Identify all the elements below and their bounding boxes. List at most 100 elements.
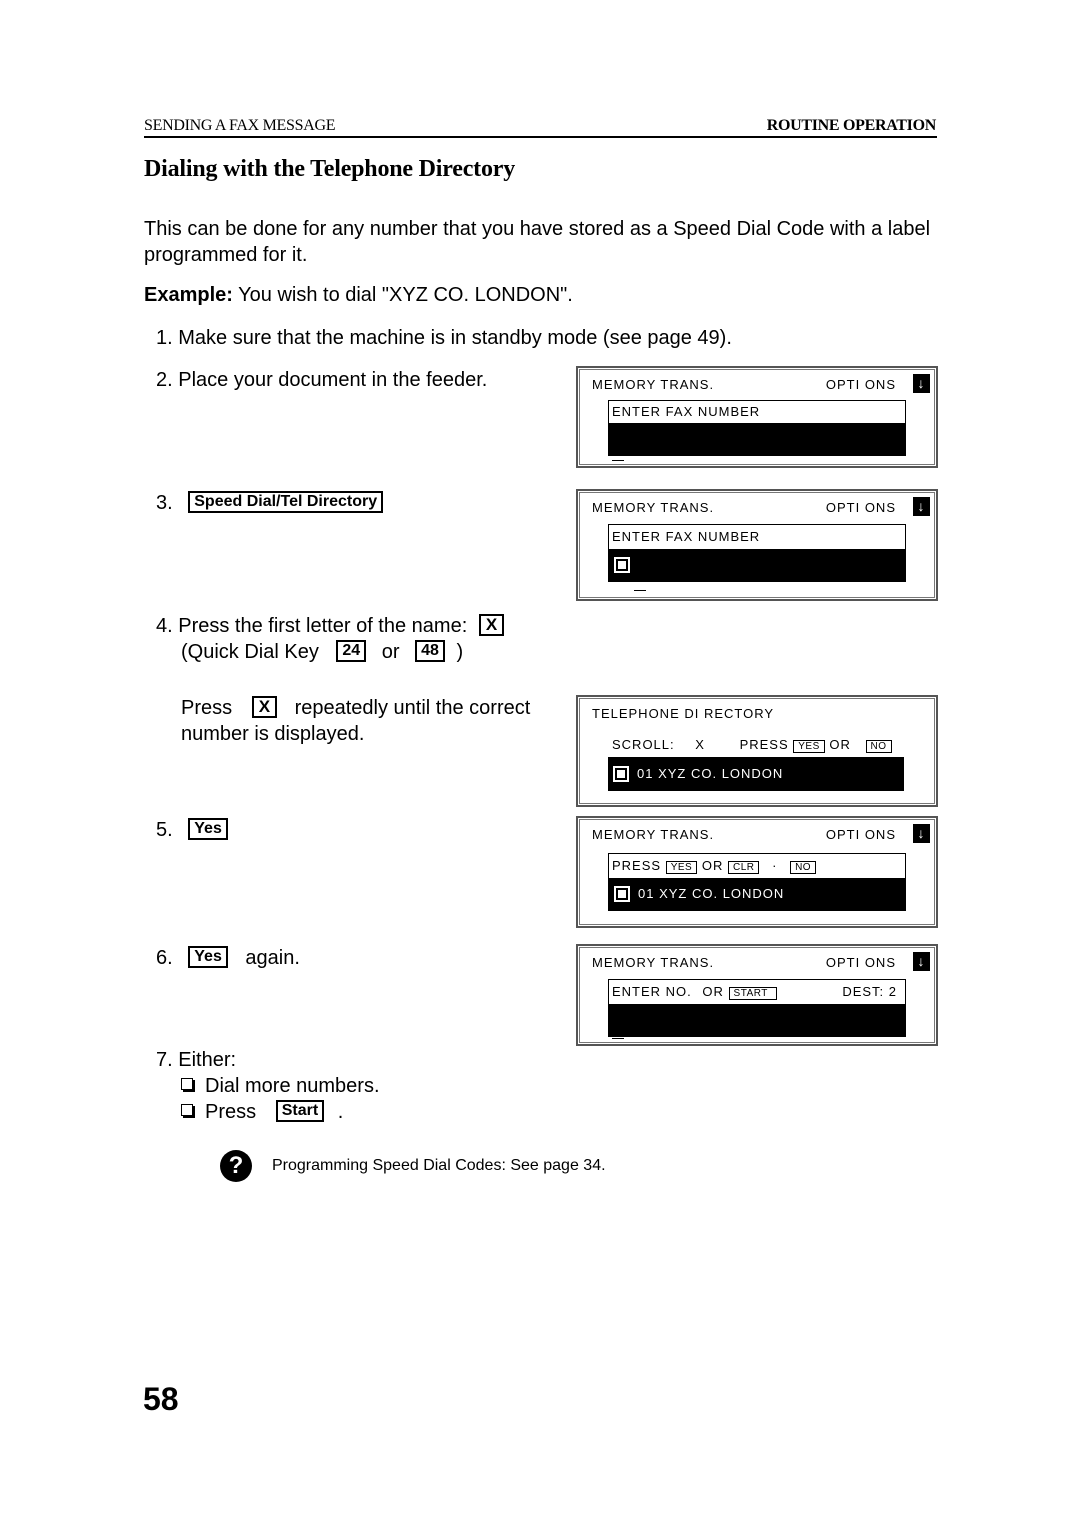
lcd-options: OPTI ONS bbox=[825, 827, 896, 842]
press-label: PRESS bbox=[739, 737, 789, 752]
down-arrow-icon: ↓ bbox=[913, 952, 930, 971]
quick-dial-key-24: 24 bbox=[336, 639, 367, 662]
yes-key-label: YES bbox=[665, 861, 698, 874]
step-7-option-2: Press Start . bbox=[181, 1099, 343, 1125]
lcd-prompt: ENTER NO. OR START DEST: 2 bbox=[609, 980, 905, 1004]
option-1-text: Dial more numbers. bbox=[205, 1075, 380, 1097]
lcd-entry: 01 XYZ CO. LONDON bbox=[608, 757, 904, 791]
lcd-options: OPTI ONS bbox=[825, 377, 896, 392]
lcd-inner: ENTER NO. OR START DEST: 2 bbox=[608, 979, 906, 1037]
lcd-display-4: MEMORY TRANS. OPTI ONS ↓ PRESS YES OR CL… bbox=[576, 816, 938, 928]
page-title: Dialing with the Telephone Directory bbox=[144, 156, 516, 182]
or-label: OR bbox=[702, 984, 724, 999]
again-text: again. bbox=[245, 947, 300, 969]
intro-paragraph: This can be done for any number that you… bbox=[144, 218, 931, 266]
step-6-number: 6. bbox=[156, 947, 173, 969]
lcd-input-line bbox=[609, 1004, 905, 1036]
header-rule bbox=[144, 136, 937, 138]
step-4: 4. Press the first letter of the name: X bbox=[156, 613, 505, 639]
directory-square-icon bbox=[613, 765, 629, 782]
yes-key-label: YES bbox=[793, 740, 825, 753]
lcd-mode: MEMORY TRANS. bbox=[592, 377, 715, 392]
lcd-inner: ENTER FAX NUMBER bbox=[608, 524, 906, 582]
lcd-entry: 01 XYZ CO. LONDON bbox=[609, 878, 905, 910]
cursor-icon bbox=[634, 590, 646, 591]
down-arrow-icon: ↓ bbox=[913, 374, 930, 393]
dot-separator: · bbox=[772, 858, 778, 873]
step-1: 1. Make sure that the machine is in stan… bbox=[156, 327, 732, 349]
step-3: 3. Speed Dial/Tel Directory bbox=[156, 490, 384, 516]
running-header-section: SENDING A FAX MESSAGE bbox=[144, 117, 336, 134]
down-arrow-icon: ↓ bbox=[913, 824, 930, 843]
or-label: OR bbox=[701, 858, 724, 873]
directory-square-icon bbox=[614, 556, 630, 573]
lcd-mode: MEMORY TRANS. bbox=[592, 827, 715, 842]
step-6: 6. Yes again. bbox=[156, 945, 300, 971]
lcd-display-1: MEMORY TRANS. OPTI ONS ↓ ENTER FAX NUMBE… bbox=[576, 366, 938, 468]
directory-square-icon bbox=[614, 885, 630, 902]
no-key-label: NO bbox=[865, 740, 892, 753]
x-key: X bbox=[478, 613, 505, 636]
step-4-text: 4. Press the first letter of the name: bbox=[156, 615, 468, 637]
lcd-prompt: PRESS YES OR CLR · NO bbox=[609, 854, 905, 878]
no-key-label: NO bbox=[790, 861, 817, 874]
step-4-quick-dial: (Quick Dial Key 24 or 48 ) bbox=[181, 639, 463, 665]
checkbox-bullet-icon bbox=[181, 1078, 193, 1090]
enter-no-label: ENTER NO. bbox=[612, 984, 692, 999]
lcd-input-line bbox=[609, 423, 905, 455]
speed-dial-tel-directory-key: Speed Dial/Tel Directory bbox=[188, 490, 384, 513]
step-4-repeat: Press X repeatedly until the correct bbox=[181, 695, 530, 721]
entry-text: 01 XYZ CO. LONDON bbox=[638, 886, 785, 901]
example-label: Example: bbox=[144, 284, 233, 306]
note-text: Programming Speed Dial Codes: See page 3… bbox=[272, 1157, 606, 1174]
lcd-display-3: TELEPHONE DI RECTORY SCROLL: X PRESS YES… bbox=[576, 695, 938, 807]
yes-key-again: Yes bbox=[188, 945, 228, 968]
lcd-inner: ENTER FAX NUMBER bbox=[608, 400, 906, 456]
running-header-chapter: ROUTINE OPERATION bbox=[766, 117, 937, 134]
lcd-display-5: MEMORY TRANS. OPTI ONS ↓ ENTER NO. OR ST… bbox=[576, 944, 938, 1046]
start-key-label: START bbox=[728, 987, 777, 1000]
lcd-inner: 01 XYZ CO. LONDON bbox=[608, 757, 904, 791]
entry-text: 01 XYZ CO. LONDON bbox=[637, 766, 784, 781]
press-label: PRESS bbox=[612, 858, 662, 873]
step-7: 7. Either: bbox=[156, 1049, 237, 1071]
checkbox-bullet-icon bbox=[181, 1104, 193, 1116]
lcd-scroll-line: SCROLL: X PRESS YES OR NO bbox=[612, 737, 892, 753]
or-text: or bbox=[381, 641, 400, 663]
period: . bbox=[337, 1101, 344, 1123]
step-3-number: 3. bbox=[156, 492, 173, 514]
step-4-repeat-line2: number is displayed. bbox=[181, 723, 365, 745]
page-number: 58 bbox=[143, 1381, 179, 1417]
lcd-inner: PRESS YES OR CLR · NO 01 XYZ CO. LONDON bbox=[608, 853, 906, 911]
step-7-option-1: Dial more numbers. bbox=[181, 1073, 380, 1099]
lcd-options: OPTI ONS bbox=[825, 955, 896, 970]
lcd-mode: MEMORY TRANS. bbox=[592, 500, 715, 515]
option-2-text: Press bbox=[205, 1101, 257, 1123]
repeat-text: repeatedly until the correct bbox=[294, 697, 531, 719]
x-key-repeat: X bbox=[251, 695, 278, 718]
lcd-mode: MEMORY TRANS. bbox=[592, 955, 715, 970]
lcd-mode: TELEPHONE DI RECTORY bbox=[592, 706, 775, 721]
press-text: Press bbox=[181, 697, 233, 719]
lcd-prompt: ENTER FAX NUMBER bbox=[609, 525, 905, 549]
lcd-options: OPTI ONS bbox=[825, 500, 896, 515]
lcd-display-2: MEMORY TRANS. OPTI ONS ↓ ENTER FAX NUMBE… bbox=[576, 489, 938, 601]
step-2: 2. Place your document in the feeder. bbox=[156, 369, 488, 391]
scroll-label: SCROLL: bbox=[612, 737, 675, 752]
help-question-icon: ? bbox=[220, 1150, 252, 1182]
cursor-icon bbox=[612, 460, 624, 461]
scroll-key: X bbox=[695, 737, 705, 752]
close-paren: ) bbox=[456, 641, 464, 663]
quick-dial-key-48: 48 bbox=[415, 639, 445, 662]
clr-key-label: CLR bbox=[727, 861, 760, 874]
quick-dial-label: (Quick Dial Key bbox=[181, 641, 319, 663]
lcd-prompt: ENTER FAX NUMBER bbox=[609, 401, 905, 423]
cursor-icon bbox=[612, 1038, 624, 1039]
example-line: Example: You wish to dial "XYZ CO. LONDO… bbox=[144, 284, 573, 307]
step-5: 5. Yes bbox=[156, 817, 228, 843]
dest-count: DEST: 2 bbox=[842, 984, 897, 999]
start-key: Start bbox=[275, 1099, 325, 1122]
step-5-number: 5. bbox=[156, 819, 173, 841]
yes-key: Yes bbox=[188, 817, 228, 840]
example-text: You wish to dial "XYZ CO. LONDON". bbox=[232, 284, 573, 306]
